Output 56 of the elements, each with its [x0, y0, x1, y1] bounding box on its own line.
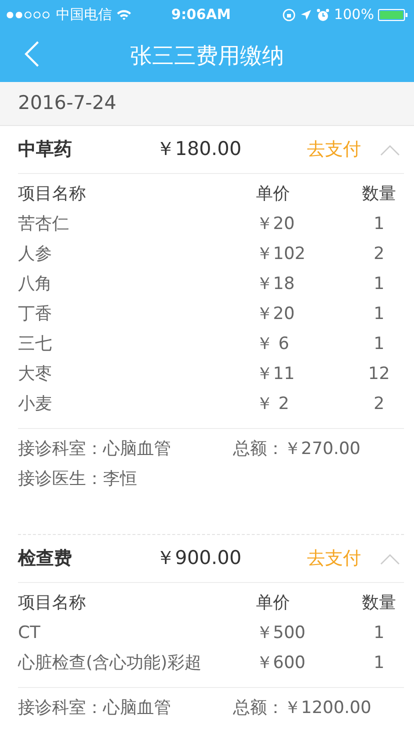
category-name: 中草药 — [18, 138, 73, 162]
department-text: 接诊科室：心脑血管 — [18, 438, 172, 462]
total-text: 总额：￥270.00 — [233, 438, 360, 462]
item-name: 苦杏仁 — [18, 213, 70, 236]
column-header: 数量 — [361, 182, 397, 206]
item-name: 八角 — [18, 273, 53, 296]
back-button[interactable] — [24, 40, 40, 68]
item-price: ￥ 2 — [256, 393, 290, 416]
item-quantity: 1 — [372, 333, 386, 356]
item-quantity: 1 — [372, 652, 386, 676]
item-price: ￥102 — [256, 243, 306, 266]
total-text: 总额：￥1200.00 — [233, 697, 372, 720]
clock-time: 9:06AM — [170, 6, 232, 24]
pay-button[interactable]: 去支付 — [304, 136, 364, 163]
column-header: 单价 — [256, 592, 291, 614]
item-name: CT — [18, 622, 42, 646]
item-quantity: 1 — [372, 273, 386, 296]
item-price: ￥20 — [256, 213, 296, 236]
item-name: 三七 — [18, 333, 53, 356]
amount-text: ￥900.00 — [156, 546, 242, 572]
column-header: 数量 — [361, 592, 397, 614]
alarm-clock-icon — [316, 8, 330, 22]
category-name: 检查费 — [18, 547, 73, 571]
item-name: 大枣 — [18, 363, 53, 386]
pay-button[interactable]: 去支付 — [304, 545, 364, 572]
item-price: ￥500 — [256, 622, 306, 646]
amount-text: ￥180.00 — [156, 137, 242, 162]
carrier-name: 中国电信 — [56, 6, 112, 24]
date-label: 2016-7-24 — [18, 91, 116, 116]
battery-icon — [378, 9, 408, 21]
item-name: 人参 — [18, 243, 53, 266]
item-quantity: 12 — [367, 363, 391, 386]
item-price: ￥ 6 — [256, 333, 290, 356]
column-header: 项目名称 — [18, 592, 87, 614]
item-quantity: 2 — [372, 243, 386, 266]
item-price: ￥18 — [256, 273, 296, 296]
signal-icon — [6, 11, 52, 19]
item-quantity: 2 — [372, 393, 386, 416]
item-quantity: 1 — [372, 303, 386, 326]
column-header: 项目名称 — [18, 182, 87, 206]
doctor-text: 接诊医生：李恒 — [18, 468, 137, 492]
column-header: 单价 — [256, 182, 291, 206]
item-name: 丁香 — [18, 303, 53, 326]
item-quantity: 1 — [372, 213, 386, 236]
wifi-icon — [116, 9, 132, 21]
item-price: ￥20 — [256, 303, 296, 326]
battery-percent: 100% — [334, 6, 374, 24]
page-title: 张三三费用缴纳 — [130, 42, 284, 70]
item-price: ￥11 — [256, 363, 296, 386]
item-price: ￥600 — [256, 652, 306, 676]
item-quantity: 1 — [372, 622, 386, 646]
rotation-lock-icon — [282, 8, 296, 22]
department-text: 接诊科室：心脑血管 — [18, 697, 172, 720]
item-name: 小麦 — [18, 393, 53, 416]
item-name: 心脏检查(含心功能)彩超 — [18, 652, 202, 676]
location-arrow-icon — [300, 9, 312, 21]
